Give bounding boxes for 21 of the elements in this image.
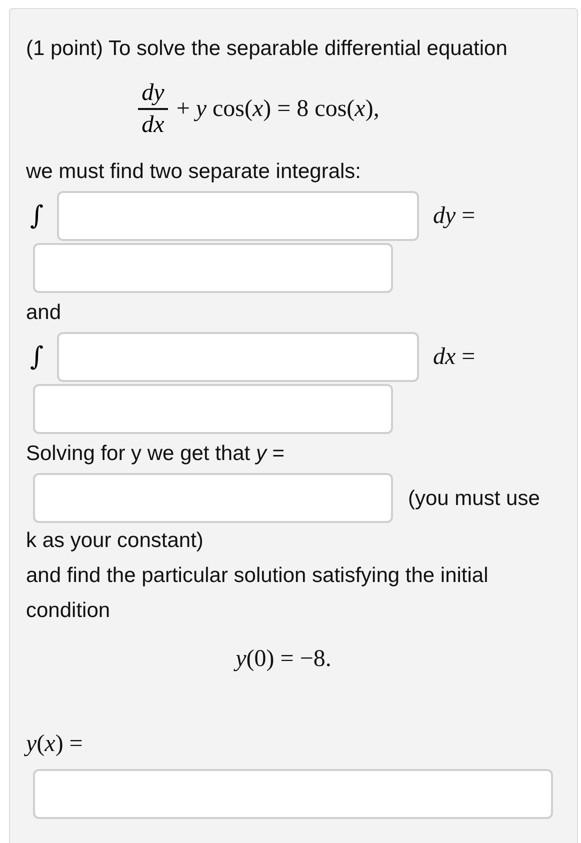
integrand-field[interactable] xyxy=(57,191,419,241)
answer-label: y(x) = xyxy=(26,730,84,759)
integral-sign: ∫ xyxy=(29,342,45,372)
instruction-text: we must find two separate integrals: xyxy=(26,159,362,185)
integral-sign: ∫ xyxy=(29,201,45,231)
connector-text: and xyxy=(26,300,62,326)
integrand-field[interactable] xyxy=(57,332,419,382)
answer-field[interactable] xyxy=(33,384,393,434)
condition-text: and find the particular solution satisfying the initial condition xyxy=(26,563,490,624)
problem-text: (1 point) To solve the separable differential equation xyxy=(26,36,508,62)
constant-note: k as your constant) xyxy=(26,528,204,554)
equation-text: + y cos(x) = 8 cos(x), xyxy=(176,96,380,122)
differential-label: dy = xyxy=(433,202,476,230)
particular-solution-field[interactable] xyxy=(33,769,553,819)
fraction: dy dx xyxy=(138,78,168,140)
solution-field[interactable] xyxy=(33,473,393,523)
initial-condition: y(0) = −8. xyxy=(236,646,332,672)
differential-label: dx = xyxy=(433,344,476,370)
solve-prompt: Solving for y we get that y = xyxy=(26,441,286,467)
constant-note: (you must use xyxy=(408,486,540,512)
answer-field[interactable] xyxy=(33,243,393,293)
